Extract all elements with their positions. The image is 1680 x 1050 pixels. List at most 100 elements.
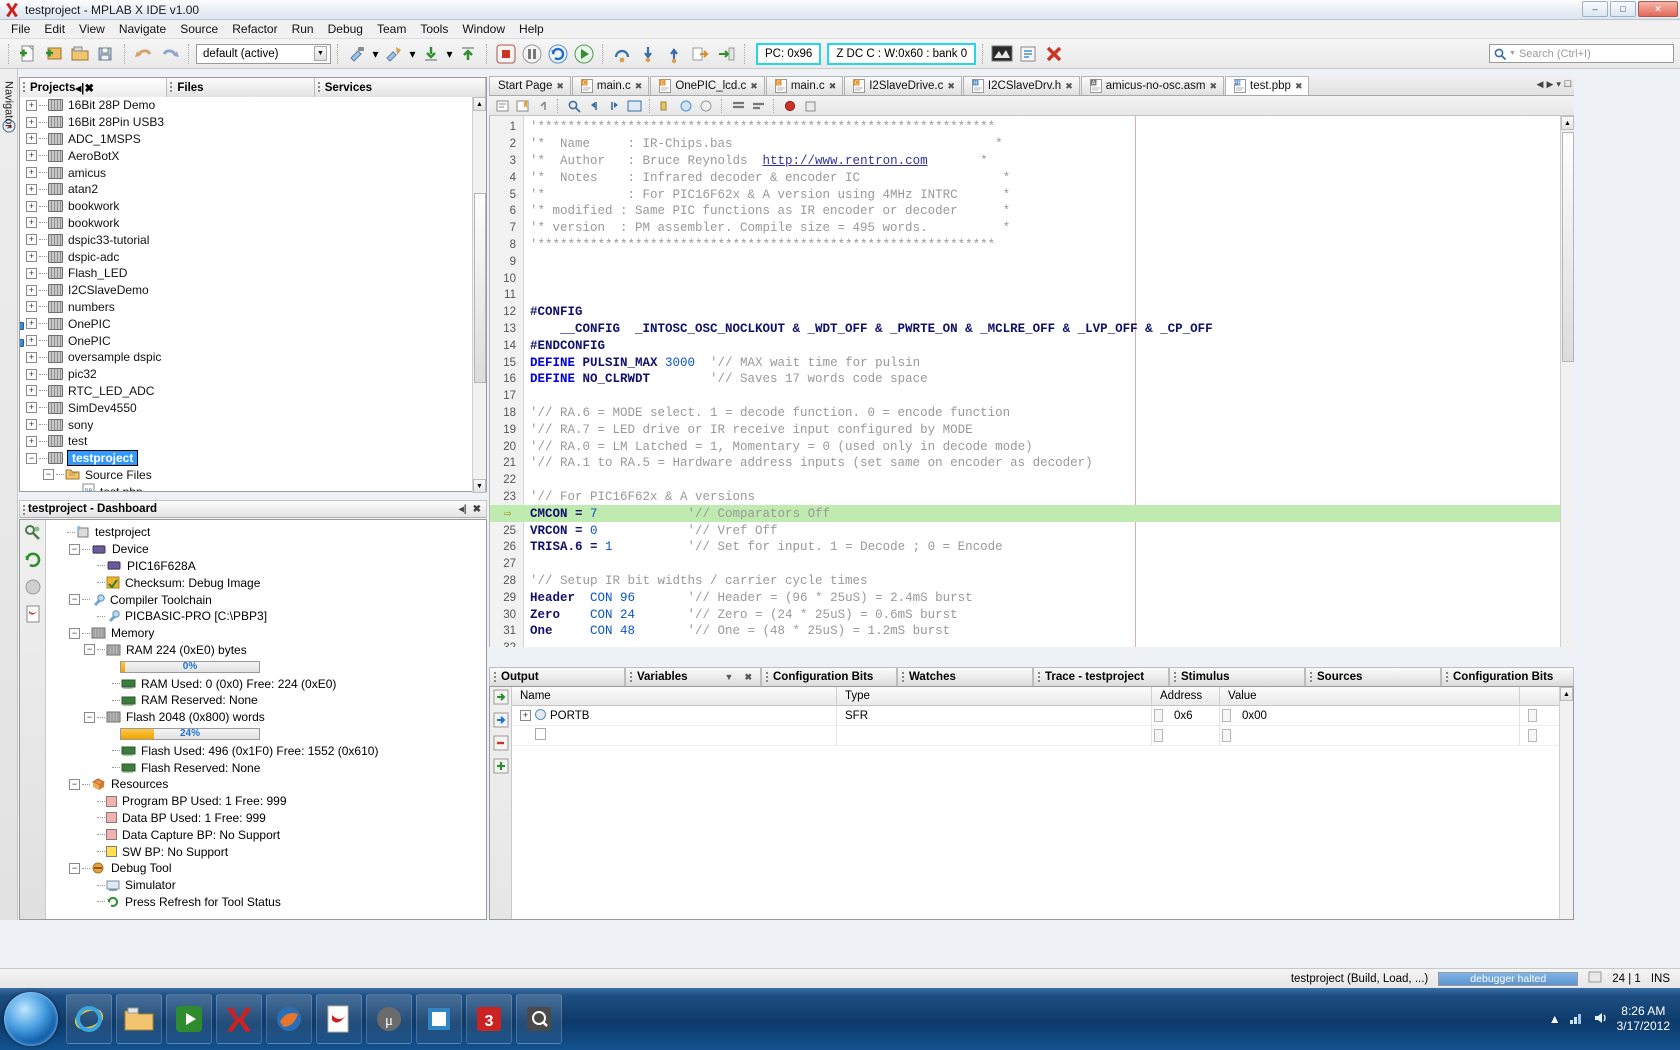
menu-item-team[interactable]: Team bbox=[370, 20, 413, 38]
show-hidden-icons-icon[interactable]: ▲ bbox=[1549, 1012, 1561, 1026]
collapse-toggle[interactable]: − bbox=[84, 644, 95, 655]
code-line[interactable]: 20'// RA.0 = LM Latched = 1, Momentary =… bbox=[490, 438, 1574, 455]
code-line[interactable]: 23'// For PIC16F62x & A versions bbox=[490, 489, 1574, 506]
dashboard-debug-tool-group[interactable]: −Debug Tool bbox=[52, 860, 486, 877]
open-project-button[interactable] bbox=[68, 42, 92, 66]
editor-tab-main-c[interactable]: Cmain.c✖ bbox=[572, 76, 649, 95]
undo-button[interactable] bbox=[132, 42, 156, 66]
save-all-button[interactable] bbox=[94, 42, 118, 66]
tree-node[interactable]: PBtest.pbp bbox=[20, 483, 486, 491]
value-stepper[interactable] bbox=[1222, 709, 1231, 722]
tab-list-icon[interactable]: ▾ bbox=[1556, 79, 1561, 90]
code-editor[interactable]: 1'**************************************… bbox=[489, 116, 1574, 647]
maximize-editor-icon[interactable]: ☐ bbox=[1564, 79, 1572, 90]
redo-button[interactable] bbox=[158, 42, 182, 66]
collapse-toggle[interactable]: − bbox=[26, 453, 37, 464]
remove-all-breakpoints-icon[interactable] bbox=[801, 98, 819, 114]
expand-toggle[interactable]: + bbox=[26, 217, 37, 228]
minimize-panel-icon[interactable]: ◂| bbox=[459, 504, 467, 515]
collapse-toggle[interactable]: − bbox=[69, 544, 80, 555]
tree-node[interactable]: +Flash_LED bbox=[20, 265, 486, 282]
expand-toggle[interactable]: + bbox=[26, 436, 37, 447]
code-line[interactable]: 28'// Setup IR bit widths / carrier cycl… bbox=[490, 573, 1574, 590]
collapse-toggle[interactable]: − bbox=[69, 628, 80, 639]
expand-toggle[interactable]: + bbox=[26, 385, 37, 396]
shift-left-icon[interactable] bbox=[657, 98, 675, 114]
expand-toggle[interactable]: + bbox=[26, 268, 37, 279]
editor-tab-start-page[interactable]: Start Page✖ bbox=[489, 76, 571, 95]
code-line[interactable]: 7'* version : PM assembler. Compile size… bbox=[490, 220, 1574, 237]
code-line[interactable]: 1'**************************************… bbox=[490, 119, 1574, 136]
dock-tab-configuration-bits[interactable]: Configuration Bits bbox=[1441, 667, 1574, 686]
dashboard-toolchain[interactable]: PICBASIC-PRO [C:\PBP3] bbox=[52, 608, 486, 625]
dashboard-flash-used[interactable]: Flash Used: 496 (0x1F0) Free: 1552 (0x61… bbox=[52, 742, 486, 759]
office-icon[interactable] bbox=[416, 994, 462, 1044]
filter-icon[interactable]: ▼ bbox=[725, 672, 734, 683]
menu-item-view[interactable]: View bbox=[72, 20, 112, 38]
uncomment-icon[interactable] bbox=[749, 98, 767, 114]
editor-tab-i2slavedrive-c[interactable]: CI2SlaveDrive.c✖ bbox=[844, 76, 962, 95]
tab-scroll-controls[interactable]: ◀ ▶ ▾ ☐ bbox=[1537, 79, 1572, 90]
dashboard-root[interactable]: testproject bbox=[52, 524, 486, 541]
clean-dropdown[interactable]: ▾ bbox=[408, 42, 417, 66]
close-panel-icon[interactable]: ✖ bbox=[473, 504, 481, 515]
watch-value-cell[interactable]: 0x00 bbox=[1220, 706, 1520, 726]
dashboard-ram-progress[interactable]: 0% bbox=[52, 658, 486, 675]
tree-node[interactable]: +pic32 bbox=[20, 366, 486, 383]
editor-scroll-up-arrow[interactable]: ▲ bbox=[1561, 116, 1574, 130]
expand-toggle[interactable]: + bbox=[26, 285, 37, 296]
taskbar-clock[interactable]: 8:26 AM 3/17/2012 bbox=[1617, 1004, 1670, 1034]
tree-node[interactable]: +16Bit 28P Demo bbox=[20, 97, 486, 114]
file-explorer-icon[interactable] bbox=[116, 994, 162, 1044]
editor-tab-onepic-lcd-c[interactable]: COnePIC_lcd.c✖ bbox=[650, 76, 765, 95]
code-line[interactable]: 14#ENDCONFIG bbox=[490, 337, 1574, 354]
scroll-up-arrow[interactable]: ▲ bbox=[473, 97, 486, 111]
value-stepper[interactable] bbox=[1222, 729, 1231, 742]
expand-toggle[interactable]: + bbox=[26, 201, 37, 212]
code-line[interactable]: 8'**************************************… bbox=[490, 237, 1574, 254]
maximize-button[interactable]: □ bbox=[1610, 1, 1636, 17]
code-line[interactable]: 32 bbox=[490, 640, 1574, 647]
clean-and-build-button[interactable] bbox=[382, 42, 406, 66]
expand-toggle[interactable]: + bbox=[26, 100, 37, 111]
start-orb-icon[interactable] bbox=[4, 992, 58, 1046]
dashboard-toolchain-group[interactable]: −Compiler Toolchain bbox=[52, 591, 486, 608]
dashboard-tool-status[interactable]: Press Refresh for Tool Status bbox=[52, 894, 486, 911]
watch-row[interactable]: +PORTBSFR0x60x00 bbox=[512, 706, 1573, 726]
dashboard-flash-progress[interactable]: 24% bbox=[52, 726, 486, 743]
extra-stepper[interactable] bbox=[1528, 729, 1537, 742]
dashboard-ram-label[interactable]: −RAM 224 (0xE0) bytes bbox=[52, 642, 486, 659]
tree-node[interactable]: +OnePIC bbox=[20, 315, 486, 332]
step-over-button[interactable] bbox=[610, 42, 634, 66]
expand-toggle[interactable]: + bbox=[26, 301, 37, 312]
scroll-tabs-left-icon[interactable]: ◀ bbox=[1537, 79, 1544, 90]
menu-item-file[interactable]: File bbox=[4, 20, 37, 38]
watch-table-rows[interactable]: +PORTBSFR0x60x00 bbox=[490, 706, 1573, 746]
media-player-icon[interactable] bbox=[166, 994, 212, 1044]
refresh-debug-tool-icon[interactable] bbox=[24, 551, 42, 572]
watch-address-cell[interactable] bbox=[1152, 726, 1220, 746]
chevron-down-icon[interactable]: ▼ bbox=[314, 46, 327, 61]
code-lines[interactable]: 1'**************************************… bbox=[490, 116, 1574, 647]
watch-row[interactable] bbox=[512, 726, 1573, 746]
new-project-button[interactable] bbox=[42, 42, 66, 66]
dashboard-data-capture-bp[interactable]: Data Capture BP: No Support bbox=[52, 826, 486, 843]
new-watch-icon[interactable] bbox=[493, 689, 509, 708]
tree-node[interactable]: +16Bit 28Pin USB3 bbox=[20, 114, 486, 131]
dashboard-program-bp[interactable]: Program BP Used: 1 Free: 999 bbox=[52, 793, 486, 810]
tab-services[interactable]: Services bbox=[315, 78, 486, 97]
tree-node[interactable]: +atan2 bbox=[20, 181, 486, 198]
editor-tab-amicus-no-osc-asm[interactable]: Aamicus-no-osc.asm✖ bbox=[1081, 76, 1224, 95]
code-line[interactable]: 12#CONFIG bbox=[490, 304, 1574, 321]
find-previous-icon[interactable] bbox=[585, 98, 603, 114]
continue-button[interactable] bbox=[572, 42, 596, 66]
dashboard-resources-group[interactable]: −Resources bbox=[52, 776, 486, 793]
menu-item-refactor[interactable]: Refactor bbox=[225, 20, 284, 38]
code-line[interactable]: 25VRCON = 0 '// Vref Off bbox=[490, 522, 1574, 539]
code-line[interactable]: 4'* Notes : Infrared decoder & encoder I… bbox=[490, 169, 1574, 186]
pause-button[interactable] bbox=[520, 42, 544, 66]
firefox-icon[interactable] bbox=[266, 994, 312, 1044]
watch-name-cell[interactable] bbox=[512, 726, 837, 746]
expand-toggle[interactable]: + bbox=[26, 369, 37, 380]
io-view-button[interactable] bbox=[1016, 42, 1040, 66]
